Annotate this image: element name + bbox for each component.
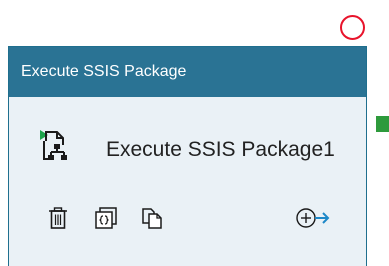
add-output-arrow-icon[interactable] — [295, 205, 331, 231]
code-icon[interactable] — [93, 205, 119, 231]
activity-name: Execute SSIS Package1 — [106, 138, 335, 161]
trash-icon[interactable] — [45, 205, 71, 231]
activity-card-body: Execute SSIS Package1 — [9, 97, 366, 266]
activity-card-header: Execute SSIS Package — [9, 47, 366, 97]
ssis-package-icon — [37, 129, 71, 163]
status-indicator-circle — [340, 15, 365, 40]
activity-type-title: Execute SSIS Package — [21, 63, 187, 80]
activity-card[interactable]: Execute SSIS Package Execute SSIS Packag… — [8, 46, 367, 266]
copy-icon[interactable] — [139, 205, 165, 231]
success-connector-handle[interactable] — [376, 116, 389, 132]
